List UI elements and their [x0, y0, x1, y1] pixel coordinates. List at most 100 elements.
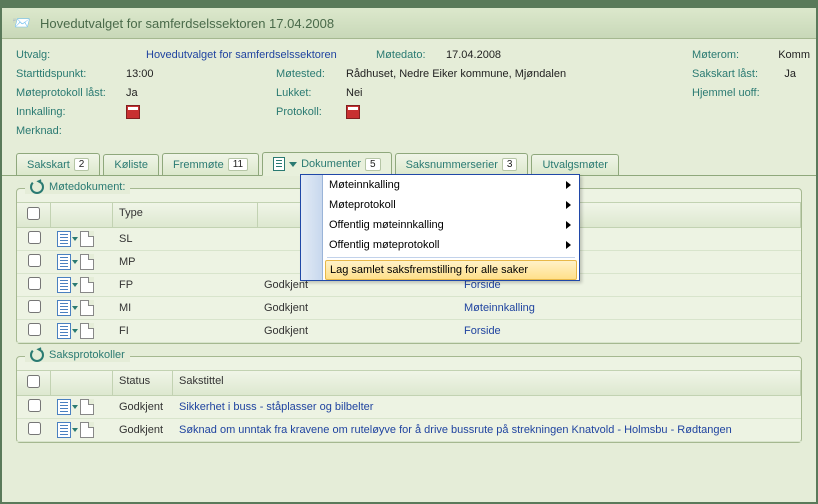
menu-moteprotokoll[interactable]: Møteprotokoll	[301, 195, 579, 215]
submenu-arrow-icon	[566, 241, 571, 249]
refresh-icon[interactable]	[30, 348, 44, 362]
tab-koliste[interactable]: Køliste	[103, 154, 159, 175]
cell-type: MI	[113, 299, 258, 317]
sakskart-last-value: Ja	[784, 66, 796, 82]
document-icon[interactable]	[57, 399, 71, 415]
utvalg-label: Utvalg:	[16, 47, 126, 63]
chevron-down-icon[interactable]	[289, 162, 297, 167]
tab-count: 2	[74, 158, 90, 171]
tab-count: 3	[502, 158, 518, 171]
pdf-icon[interactable]	[346, 105, 360, 119]
menu-offentlig-moteinnkalling[interactable]: Offentlig møteinnkalling	[301, 215, 579, 235]
window-title: Hovedutvalget for samferdselssektoren 17…	[40, 16, 334, 31]
refresh-icon[interactable]	[30, 180, 44, 194]
page-icon[interactable]	[80, 422, 94, 438]
cell-type: MP	[113, 253, 258, 271]
submenu-arrow-icon	[566, 221, 571, 229]
tab-count: 5	[365, 158, 381, 171]
motested-label: Møtested:	[276, 66, 346, 82]
cell-status: Godkjent	[113, 421, 173, 439]
page-icon[interactable]	[80, 231, 94, 247]
cell-status: Godkjent	[113, 398, 173, 416]
select-all-checkbox[interactable]	[27, 375, 40, 388]
protokoll-last-label: Møteprotokoll låst:	[16, 85, 126, 101]
page-icon[interactable]	[80, 254, 94, 270]
page-icon[interactable]	[80, 323, 94, 339]
document-icon[interactable]	[57, 323, 71, 339]
document-icon[interactable]	[57, 231, 71, 247]
table-row[interactable]: Godkjent Søknad om unntak fra kravene om …	[17, 419, 801, 442]
row-menu-arrow-icon[interactable]	[72, 306, 78, 310]
cell-type: FI	[113, 322, 258, 340]
tab-fremmote[interactable]: Fremmøte 11	[162, 153, 259, 175]
row-checkbox[interactable]	[28, 300, 41, 313]
cell-variant-link[interactable]: Forside	[464, 325, 501, 337]
row-checkbox[interactable]	[28, 277, 41, 290]
row-menu-arrow-icon[interactable]	[72, 237, 78, 241]
utvalg-value[interactable]: Hovedutvalget for samferdselssektoren	[146, 47, 376, 63]
lukket-value: Nei	[346, 85, 363, 101]
motested-value: Rådhuset, Nedre Eiker kommune, Mjøndalen	[346, 66, 566, 82]
document-icon[interactable]	[57, 422, 71, 438]
row-checkbox[interactable]	[28, 422, 41, 435]
row-checkbox[interactable]	[28, 399, 41, 412]
pdf-icon[interactable]	[126, 105, 140, 119]
row-checkbox[interactable]	[28, 231, 41, 244]
col-status[interactable]: Status	[113, 371, 173, 395]
row-checkbox[interactable]	[28, 323, 41, 336]
tab-dokumenter[interactable]: Dokumenter 5	[262, 152, 391, 176]
section-saksprotokoller: Saksprotokoller Status Sakstittel Godkje…	[16, 356, 802, 443]
tab-saksnummerserier[interactable]: Saksnummerserier 3	[395, 153, 529, 175]
cell-title-link[interactable]: Søknad om unntak fra kravene om ruteløyv…	[179, 424, 732, 436]
tab-utvalgsmoter[interactable]: Utvalgsmøter	[531, 154, 618, 175]
document-icon[interactable]	[57, 300, 71, 316]
window-title-bar: 📨 Hovedutvalget for samferdselssektoren …	[2, 8, 816, 39]
row-checkbox[interactable]	[28, 254, 41, 267]
submenu-arrow-icon	[566, 181, 571, 189]
cell-type: SL	[113, 230, 258, 248]
starttid-value: 13:00	[126, 66, 154, 82]
cell-variant-link[interactable]: Møteinnkalling	[464, 302, 535, 314]
document-icon[interactable]	[57, 277, 71, 293]
row-menu-arrow-icon[interactable]	[72, 283, 78, 287]
starttid-label: Starttidspunkt:	[16, 66, 126, 82]
tab-bar: Sakskart 2 Køliste Fremmøte 11 Dokumente…	[2, 152, 816, 176]
motedato-label: Møtedato:	[376, 47, 446, 63]
document-icon[interactable]	[57, 254, 71, 270]
cell-title-link[interactable]: Sikkerhet i buss - ståplasser og bilbelt…	[179, 401, 373, 413]
sakskart-last-label: Sakskart låst:	[692, 66, 782, 82]
protokoll-last-value: Ja	[126, 85, 138, 101]
innkalling-label: Innkalling:	[16, 104, 126, 120]
document-icon	[273, 157, 285, 171]
row-menu-arrow-icon[interactable]	[72, 405, 78, 409]
lukket-label: Lukket:	[276, 85, 346, 101]
col-sakstittel[interactable]: Sakstittel	[173, 371, 801, 395]
tab-sakskart[interactable]: Sakskart 2	[16, 153, 100, 175]
row-menu-arrow-icon[interactable]	[72, 428, 78, 432]
section-title: Møtedokument:	[49, 181, 125, 193]
mail-icon: 📨	[12, 14, 32, 32]
page-icon[interactable]	[80, 277, 94, 293]
moterom-value: Komm	[778, 47, 810, 63]
protokoll-label: Protokoll:	[276, 104, 346, 120]
table-row[interactable]: FIGodkjent Forside	[17, 320, 801, 343]
page-icon[interactable]	[80, 399, 94, 415]
menu-lag-samlet-saksfremstilling[interactable]: Lag samlet saksfremstilling for alle sak…	[325, 260, 577, 280]
select-all-checkbox[interactable]	[27, 207, 40, 220]
motedato-value: 17.04.2008	[446, 47, 501, 63]
menu-moteinnkalling[interactable]: Møteinnkalling	[301, 175, 579, 195]
hjemmel-label: Hjemmel uoff:	[692, 85, 782, 101]
table-row[interactable]: MIGodkjentMøteinnkalling	[17, 297, 801, 320]
row-menu-arrow-icon[interactable]	[72, 329, 78, 333]
cell-status: Godkjent	[258, 322, 458, 340]
table-row[interactable]: Godkjent Sikkerhet i buss - ståplasser og…	[17, 396, 801, 419]
menu-separator	[327, 257, 575, 258]
section-title: Saksprotokoller	[49, 349, 125, 361]
col-type[interactable]: Type	[113, 203, 258, 227]
meeting-header: Utvalg: Hovedutvalget for samferdselssek…	[2, 39, 816, 146]
menu-offentlig-moteprotokoll[interactable]: Offentlig møteprotokoll	[301, 235, 579, 255]
page-icon[interactable]	[80, 300, 94, 316]
cell-type: FP	[113, 276, 258, 294]
submenu-arrow-icon	[566, 201, 571, 209]
row-menu-arrow-icon[interactable]	[72, 260, 78, 264]
